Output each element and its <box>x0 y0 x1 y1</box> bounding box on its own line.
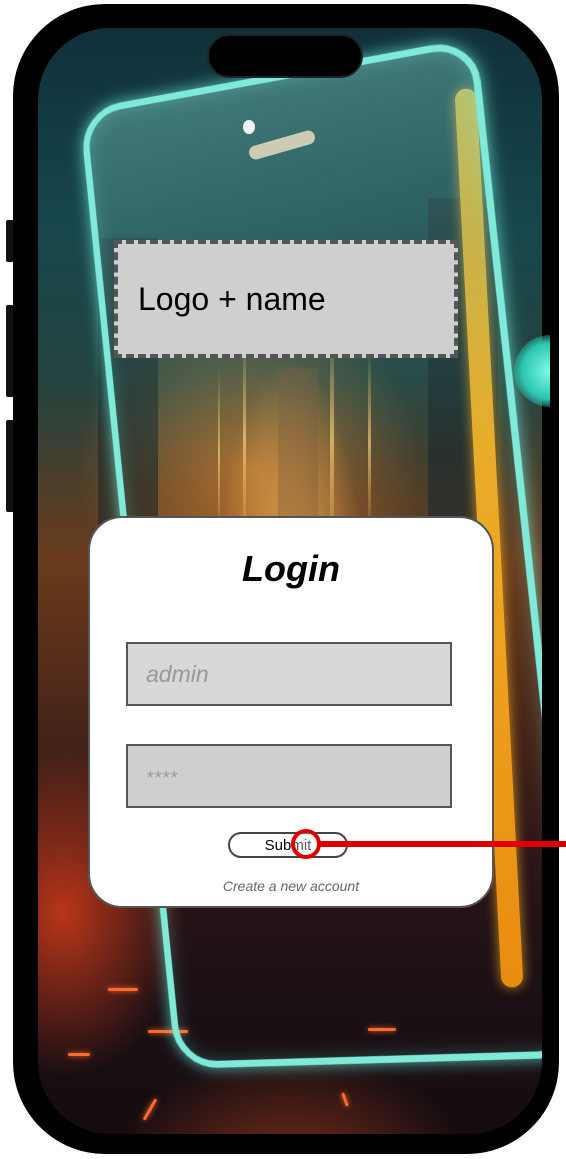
login-title: Login <box>242 548 340 589</box>
floor-light <box>142 1098 158 1121</box>
dynamic-island <box>207 34 363 78</box>
stage: Logo + name Login Submit Create a new ac… <box>0 0 566 1159</box>
click-marker-line <box>319 841 566 847</box>
floor-light <box>68 1053 90 1056</box>
click-marker-ring <box>291 829 321 859</box>
floor-light <box>108 988 138 991</box>
password-input[interactable] <box>126 744 452 808</box>
logo-placeholder-text: Logo + name <box>138 280 326 317</box>
username-input[interactable] <box>126 642 452 706</box>
floor-light <box>341 1092 349 1107</box>
create-account-link[interactable]: Create a new account <box>90 878 492 894</box>
logo-placeholder: Logo + name <box>114 240 458 358</box>
illustration-camera-dot <box>243 120 255 134</box>
